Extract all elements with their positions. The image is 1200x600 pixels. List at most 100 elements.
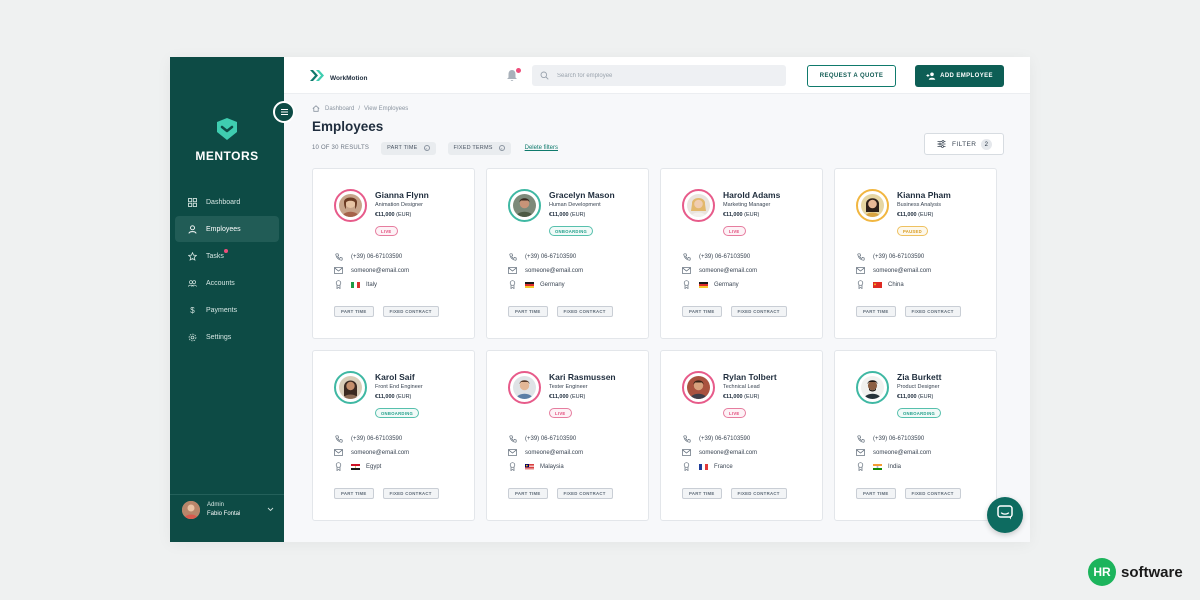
sidebar-collapse-button[interactable] (273, 101, 295, 123)
email-row: someone@email.com (682, 266, 757, 275)
chat-icon (997, 505, 1013, 525)
chat-button[interactable] (987, 497, 1023, 533)
egypt-flag-icon (351, 463, 360, 470)
email-address[interactable]: someone@email.com (351, 268, 409, 274)
employee-name[interactable]: Harold Adams (723, 190, 780, 200)
employee-card[interactable]: Gracelyn Mason Human Development €11,000… (486, 168, 649, 339)
avatar (339, 194, 362, 217)
sidebar-item-employees[interactable]: Employees (175, 216, 279, 242)
status-badge: LIVE (375, 226, 398, 236)
country-name: India (888, 463, 902, 470)
status-badge: ONBOARDING (897, 408, 942, 418)
sidebar-item-label: Payments (206, 306, 238, 314)
filter-button[interactable]: FILTER 2 (924, 133, 1004, 155)
salary-amount: €11,000 (549, 212, 569, 218)
email-address[interactable]: someone@email.com (873, 450, 931, 456)
employee-card[interactable]: Kianna Pham Business Analysis €11,000 (E… (834, 168, 997, 339)
email-row: someone@email.com (334, 266, 409, 275)
chevron-down-icon[interactable] (267, 507, 274, 514)
employee-name[interactable]: Rylan Tolbert (723, 372, 777, 382)
employee-name[interactable]: Kianna Pham (897, 190, 951, 200)
employee-card[interactable]: Rylan Tolbert Technical Lead €11,000 (EU… (660, 350, 823, 521)
close-icon[interactable]: × (423, 145, 430, 151)
tag-part-time: PART TIME (508, 306, 548, 317)
employee-card[interactable]: Gianna Flynn Animation Designer €11,000 … (312, 168, 475, 339)
phone-number: (+39) 06-67103590 (525, 435, 577, 442)
avatar (339, 376, 362, 399)
employee-name[interactable]: Gracelyn Mason (549, 190, 615, 200)
email-address[interactable]: someone@email.com (525, 450, 583, 456)
salary-amount: €11,000 (897, 394, 917, 400)
search-input[interactable] (557, 72, 757, 79)
email-address[interactable]: someone@email.com (699, 450, 757, 456)
country-row: Germany (508, 280, 565, 289)
sidebar-item-dashboard[interactable]: Dashboard (175, 189, 279, 215)
add-employee-button[interactable]: ADD EMPLOYEE (915, 65, 1004, 87)
employee-card[interactable]: Harold Adams Marketing Manager €11,000 (… (660, 168, 823, 339)
employee-name[interactable]: Kari Rasmussen (549, 372, 616, 382)
star-icon (188, 251, 197, 261)
avatar (513, 376, 536, 399)
avatar (687, 376, 710, 399)
employee-name[interactable]: Gianna Flynn (375, 190, 429, 200)
phone-number: (+39) 06-67103590 (351, 253, 403, 260)
employee-name[interactable]: Karol Saif (375, 372, 415, 382)
status-badge: LIVE (723, 226, 746, 236)
employee-role: Animation Designer (375, 202, 423, 208)
notification-dot (224, 249, 228, 253)
email-address[interactable]: someone@email.com (525, 268, 583, 274)
filter-chip-fixed-terms[interactable]: FIXED TERMS × (447, 141, 511, 155)
employee-card[interactable]: Karol Saif Front End Engineer €11,000 (E… (312, 350, 475, 521)
location-icon (508, 462, 517, 471)
sidebar-item-settings[interactable]: Settings (175, 324, 279, 350)
phone-row: (+39) 06-67103590 (508, 434, 576, 443)
close-icon[interactable]: × (498, 145, 505, 151)
tag-list: PART TIME FIXED CONTRACT (508, 306, 622, 317)
notification-dot (516, 68, 521, 73)
email-address[interactable]: someone@email.com (699, 268, 757, 274)
app-window: MENTORS Dashboard Employees Tasks Accoun… (170, 57, 1030, 542)
users-icon (188, 279, 197, 288)
phone-row: (+39) 06-67103590 (682, 252, 750, 261)
breadcrumb-item-dashboard[interactable]: Dashboard (325, 106, 354, 112)
email-row: someone@email.com (682, 448, 757, 457)
email-address[interactable]: someone@email.com (873, 268, 931, 274)
sidebar-item-accounts[interactable]: Accounts (175, 270, 279, 296)
delete-filters-link[interactable]: Delete filters (525, 145, 558, 151)
employee-name[interactable]: Zia Burkett (897, 372, 941, 382)
filter-chip-part-time[interactable]: PART TIME × (381, 141, 436, 155)
salary-currency: (EUR) (744, 394, 760, 400)
phone-icon (856, 434, 865, 443)
home-icon[interactable] (312, 105, 320, 112)
user-icon (188, 224, 197, 234)
breadcrumb-item-current: View Employees (364, 105, 409, 112)
search-bar[interactable] (532, 65, 786, 86)
avatar (182, 501, 200, 519)
tag-part-time: PART TIME (682, 488, 722, 499)
phone-number: (+39) 06-67103590 (351, 435, 403, 442)
india-flag-icon (873, 463, 882, 470)
tag-list: PART TIME FIXED CONTRACT (856, 306, 970, 317)
tag-part-time: PART TIME (508, 488, 548, 499)
employee-card[interactable]: Kari Rasmussen Tester Engineer €11,000 (… (486, 350, 649, 521)
sidebar-item-tasks[interactable]: Tasks (175, 243, 279, 269)
phone-row: (+39) 06-67103590 (334, 252, 402, 261)
mail-icon (334, 266, 343, 275)
request-quote-button[interactable]: REQUEST A QUOTE (807, 65, 896, 87)
sidebar: MENTORS Dashboard Employees Tasks Accoun… (170, 57, 284, 542)
mail-icon (334, 448, 343, 457)
filter-count-badge: 2 (981, 139, 992, 150)
request-quote-label: REQUEST A QUOTE (819, 73, 884, 79)
country-name: Germany (714, 281, 739, 288)
workmotion-logo[interactable]: WorkMotion (309, 67, 367, 89)
sidebar-item-payments[interactable]: $ Payments (175, 297, 279, 323)
country-name: Malaysia (540, 463, 564, 470)
location-icon (508, 280, 517, 289)
email-address[interactable]: someone@email.com (351, 450, 409, 456)
salary-currency: (EUR) (570, 394, 586, 400)
country-row: France (682, 462, 733, 471)
brand-logo[interactable]: MENTORS (170, 117, 284, 163)
user-profile[interactable]: Admin Fabio Fontai (182, 501, 274, 519)
employee-card[interactable]: Zia Burkett Product Designer €11,000 (EU… (834, 350, 997, 521)
divider (170, 494, 284, 495)
